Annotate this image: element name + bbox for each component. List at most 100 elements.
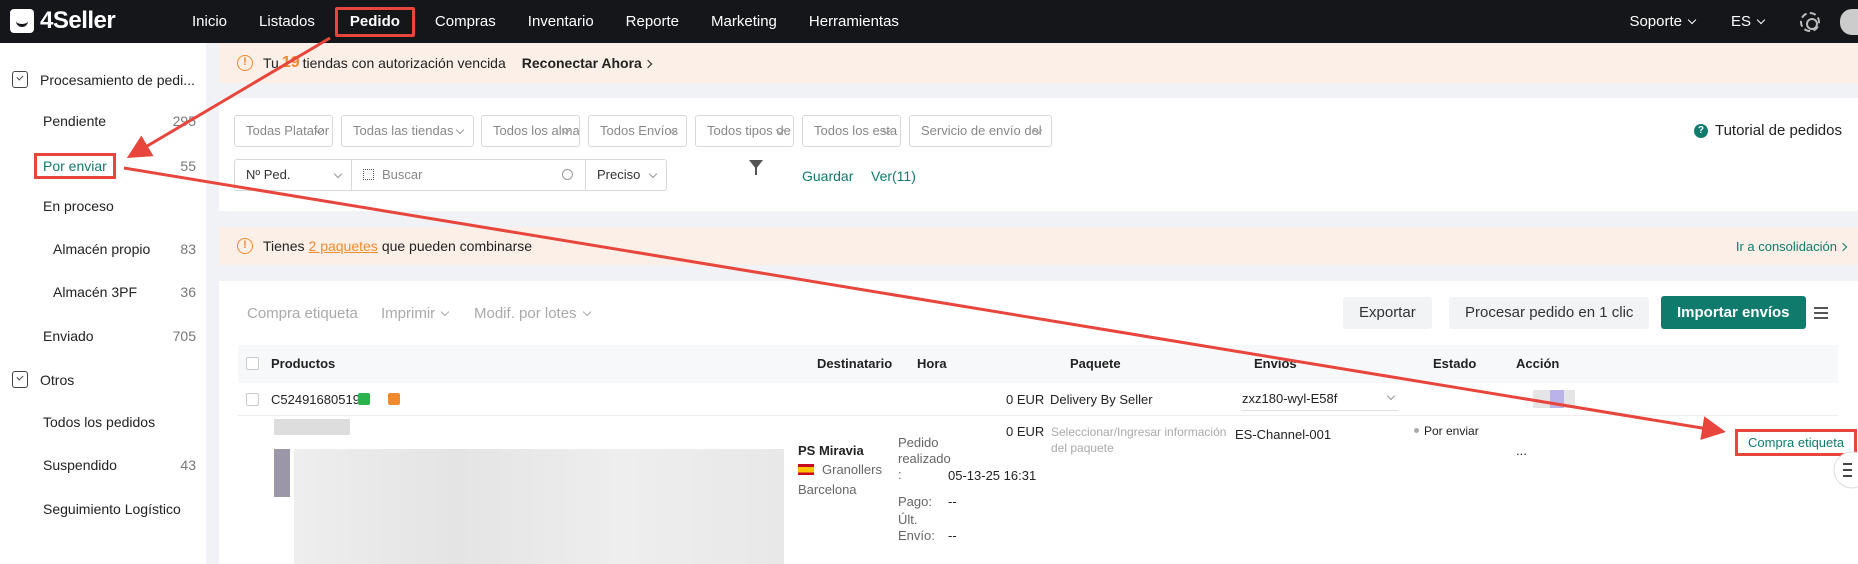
search-field-select[interactable]: Nº Ped. xyxy=(234,159,352,191)
chevron-down-icon xyxy=(333,169,343,179)
reconnect-link[interactable]: Reconectar Ahora xyxy=(522,55,653,71)
compra-etiqueta-row-button[interactable]: Compra etiqueta xyxy=(1735,429,1858,456)
sidebar-item-label: Seguimiento Logístico xyxy=(43,501,181,517)
compra-etiqueta-bulk-button[interactable]: Compra etiqueta xyxy=(247,305,358,322)
product-thumbnail[interactable] xyxy=(274,449,290,497)
sidebar-item-todos-los-pedidos[interactable]: Todos los pedidos xyxy=(0,414,206,430)
main-nav: Inicio Listados Pedido Compras Inventari… xyxy=(180,0,919,43)
column-settings-icon[interactable] xyxy=(1814,307,1828,319)
redacted-block xyxy=(1550,390,1564,408)
order-id[interactable]: C52491680519 xyxy=(271,392,360,407)
last-ship-value: -- xyxy=(948,528,957,543)
sidebar-item-en-proceso[interactable]: En proceso xyxy=(0,198,206,214)
row-checkbox[interactable] xyxy=(246,393,259,406)
table-header: Productos Destinatario Hora Paquete Enví… xyxy=(238,345,1838,383)
one-click-process-button[interactable]: Procesar pedido en 1 clic xyxy=(1449,297,1650,329)
chevron-down-icon xyxy=(1687,15,1697,25)
store-filter[interactable]: Todas las tiendas xyxy=(341,115,474,147)
sidebar-item-label: Pendiente xyxy=(43,113,107,129)
banner-text: que pueden combinarse xyxy=(381,238,533,254)
export-button[interactable]: Exportar xyxy=(1343,297,1432,329)
sidebar-section-processing[interactable]: Procesamiento de pedi... xyxy=(12,71,195,88)
banner-text: tiendas con autorización vencida xyxy=(302,55,506,71)
chevron-down-icon xyxy=(648,169,658,179)
consolidation-label: Ir a consolidación xyxy=(1735,238,1837,254)
order-status: Por enviar xyxy=(1414,424,1479,438)
payment-label: Pago: xyxy=(898,494,932,509)
match-mode-select[interactable]: Preciso xyxy=(585,159,667,191)
sidebar-item-label: Todos los pedidos xyxy=(43,414,156,430)
sidebar-section-otros[interactable]: Otros xyxy=(12,371,74,388)
tutorial-link[interactable]: ? Tutorial de pedidos xyxy=(1693,122,1842,139)
packages-link[interactable]: 2 paquetes xyxy=(309,238,378,254)
user-avatar[interactable] xyxy=(1840,8,1858,35)
sidebar-item-por-enviar[interactable]: Por enviar 55 xyxy=(0,153,206,179)
sidebar-item-suspendido[interactable]: Suspendido 43 xyxy=(0,457,206,473)
app-logo[interactable]: 4Seller xyxy=(10,7,116,35)
chevron-down-icon xyxy=(582,307,591,317)
chevron-down-icon xyxy=(1386,391,1396,401)
sidebar-item-seguimiento[interactable]: Seguimiento Logístico xyxy=(0,501,206,517)
sidebar-item-almacen-3pf[interactable]: Almacén 3PF 36 xyxy=(0,284,206,300)
shipping-filter[interactable]: Todos Envíos xyxy=(588,115,687,147)
item-price: 0 EUR xyxy=(1006,424,1045,439)
sidebar-item-almacen-propio[interactable]: Almacén propio 83 xyxy=(0,241,206,257)
shipping-code-select[interactable]: zxz180-wyl-E58f xyxy=(1242,391,1398,411)
nav-listados[interactable]: Listados xyxy=(247,7,327,37)
nav-compras[interactable]: Compras xyxy=(423,7,508,37)
save-filter-link[interactable]: Guardar xyxy=(802,168,853,184)
nav-herramientas[interactable]: Herramientas xyxy=(797,7,911,37)
import-shipments-button[interactable]: Importar envíos xyxy=(1661,296,1806,329)
sidebar-item-enviado[interactable]: Enviado 705 xyxy=(0,328,206,344)
select-all-checkbox[interactable] xyxy=(246,357,259,370)
nav-reporte[interactable]: Reporte xyxy=(614,7,691,37)
shipping-filter-value: Todos Envíos xyxy=(600,123,679,138)
banner-prefix: Tu xyxy=(263,55,279,71)
help-icon: ? xyxy=(1693,123,1708,138)
nav-inventario[interactable]: Inventario xyxy=(516,7,606,37)
clipboard-check-icon xyxy=(12,371,28,388)
view-saved-link[interactable]: Ver(11) xyxy=(871,168,916,184)
chevron-down-icon xyxy=(1756,15,1766,25)
sidebar-item-pendiente[interactable]: Pendiente 295 xyxy=(0,113,206,129)
warehouse-filter[interactable]: Todos los alma xyxy=(481,115,580,147)
status-filter[interactable]: Todos los esta xyxy=(802,115,901,147)
redacted-product-details xyxy=(294,449,784,564)
expired-store-count: 19 xyxy=(281,54,300,71)
language-label: ES xyxy=(1730,13,1751,30)
message-tag-icon[interactable] xyxy=(358,393,370,405)
shipping-service-filter[interactable]: Servicio de envío del xyxy=(909,115,1052,147)
top-right-controls: Soporte ES xyxy=(1629,0,1858,43)
bulk-edit-menu[interactable]: Modif. por lotes xyxy=(474,305,591,322)
match-mode-value: Preciso xyxy=(597,167,641,182)
status-dot-icon xyxy=(1414,428,1419,433)
bookmark-tag-icon[interactable] xyxy=(388,393,400,405)
search-input[interactable]: Buscar xyxy=(351,159,586,191)
print-label: Imprimir xyxy=(381,305,436,322)
language-menu[interactable]: ES xyxy=(1730,13,1766,30)
sidebar-item-count: 83 xyxy=(180,241,196,257)
sidebar-section-label: Otros xyxy=(40,371,75,388)
nav-marketing[interactable]: Marketing xyxy=(699,7,789,37)
logo-bag-icon xyxy=(10,9,34,33)
nav-pedido[interactable]: Pedido xyxy=(334,6,415,37)
print-menu[interactable]: Imprimir xyxy=(381,305,450,322)
col-productos: Productos xyxy=(271,356,336,371)
col-estado: Estado xyxy=(1433,356,1477,371)
consolidation-link[interactable]: Ir a consolidación xyxy=(1735,238,1848,254)
shipping-channel: ES-Channel-001 xyxy=(1235,427,1332,442)
type-filter[interactable]: Todos tipos de xyxy=(695,115,794,147)
more-actions[interactable]: ... xyxy=(1516,443,1527,458)
nav-inicio[interactable]: Inicio xyxy=(180,7,239,37)
platform-filter[interactable]: Todas Platafor xyxy=(234,115,333,147)
warning-circle-icon: ! xyxy=(237,238,253,254)
col-hora: Hora xyxy=(917,356,947,371)
support-label: Soporte xyxy=(1629,13,1682,30)
support-menu[interactable]: Soporte xyxy=(1629,13,1697,30)
filter-funnel-icon[interactable] xyxy=(749,160,763,175)
banner-prefix: Tienes xyxy=(263,238,305,254)
search-icon[interactable] xyxy=(562,169,573,180)
settings-gear-icon[interactable] xyxy=(1800,11,1820,32)
package-info-input[interactable]: Seleccionar/Ingresar información del paq… xyxy=(1051,424,1231,456)
col-paquete: Paquete xyxy=(1070,356,1121,371)
